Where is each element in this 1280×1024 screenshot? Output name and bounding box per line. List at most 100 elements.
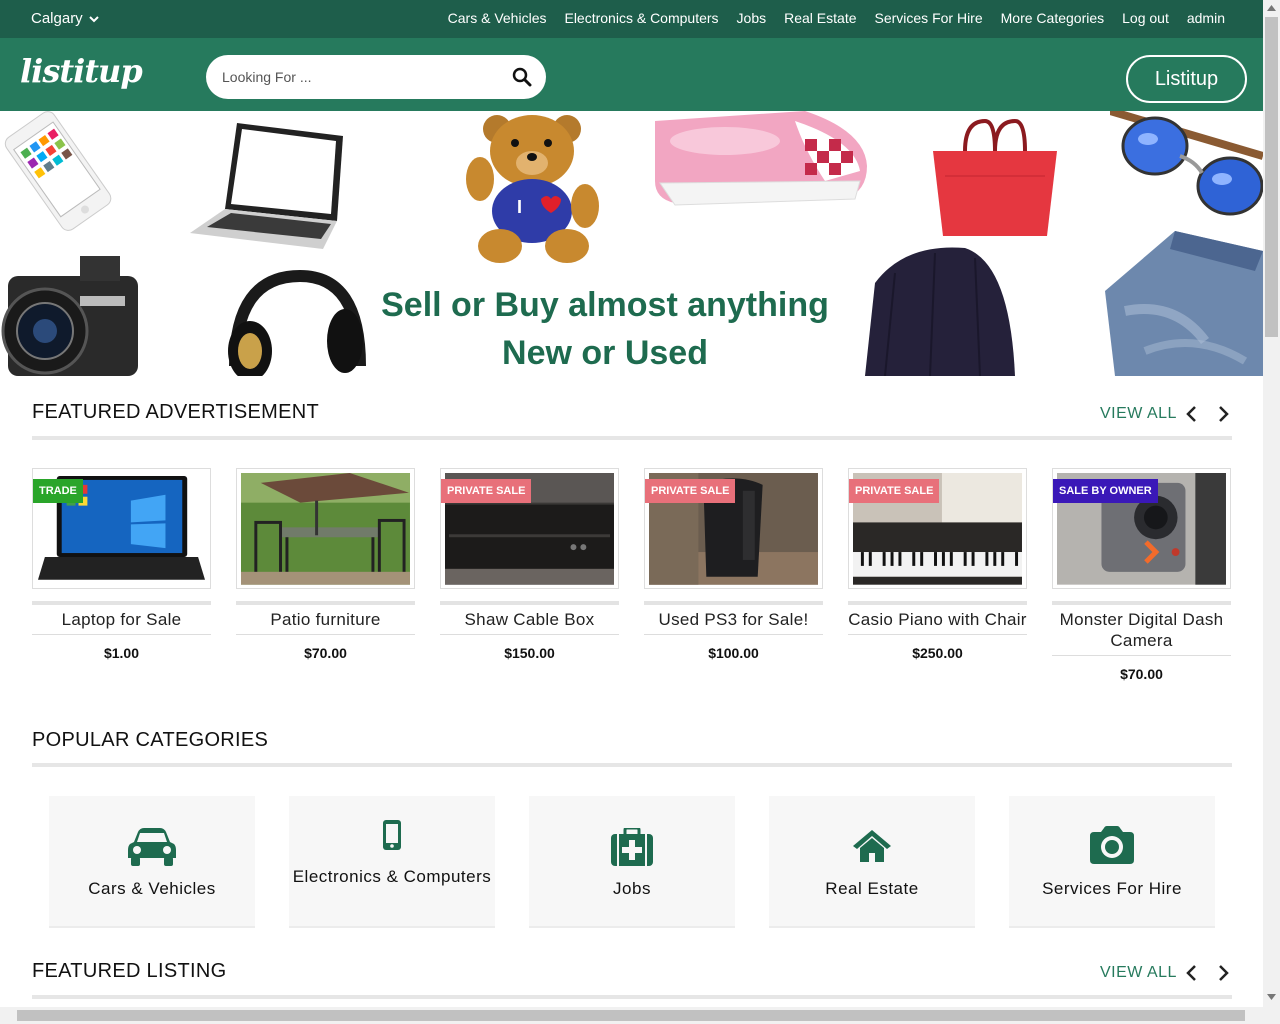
next-arrow-icon[interactable]: [1215, 405, 1231, 423]
category-jobs[interactable]: Jobs: [529, 796, 735, 928]
section-divider: [32, 995, 1232, 999]
ad-price: $70.00: [1120, 666, 1163, 682]
category-label: Services For Hire: [1042, 879, 1182, 898]
nav-services-for-hire[interactable]: Services For Hire: [875, 10, 983, 26]
ad-price: $100.00: [708, 645, 759, 661]
category-label: Real Estate: [825, 879, 919, 898]
card-divider: [848, 601, 1027, 605]
category-label: Jobs: [613, 879, 651, 898]
vertical-scrollbar[interactable]: [1263, 0, 1280, 1007]
site-logo[interactable]: listitup: [20, 52, 143, 90]
card-separator: [1052, 655, 1231, 656]
camera-image: [1, 256, 138, 376]
ad-card[interactable]: SALE BY OWNER Monster Digital Dash Camer…: [1052, 468, 1231, 682]
ad-title[interactable]: Laptop for Sale: [32, 609, 211, 630]
listitup-button[interactable]: Listitup: [1126, 55, 1247, 103]
card-separator: [644, 634, 823, 635]
sunglasses-image: [1110, 111, 1263, 216]
featured-listing-view-all[interactable]: VIEW ALL: [1100, 964, 1177, 982]
nav-cars-vehicles[interactable]: Cars & Vehicles: [448, 10, 547, 26]
ad-card[interactable]: Patio furniture $70.00: [236, 468, 415, 661]
ad-price: $250.00: [912, 645, 963, 661]
ad-card[interactable]: PRIVATE SALE Casio Piano with Chair $250…: [848, 468, 1027, 661]
beanie-image: [865, 247, 1015, 376]
prev-arrow-icon[interactable]: [1184, 964, 1200, 982]
teddy-bear-image: I: [466, 115, 599, 263]
city-selector[interactable]: Calgary: [31, 10, 99, 27]
card-divider: [440, 601, 619, 605]
ad-image[interactable]: TRADE: [32, 468, 211, 589]
camera-icon: [1090, 826, 1134, 864]
first-aid-kit-icon: [611, 828, 653, 866]
ad-badge: PRIVATE SALE: [441, 479, 532, 503]
nav-jobs[interactable]: Jobs: [737, 10, 767, 26]
featured-ad-view-all[interactable]: VIEW ALL: [1100, 405, 1177, 423]
top-nav: Cars & Vehicles Electronics & Computers …: [448, 10, 1225, 26]
next-arrow-icon[interactable]: [1215, 964, 1231, 982]
patio-furniture-photo: [241, 473, 410, 585]
card-separator: [236, 634, 415, 635]
section-divider: [32, 436, 1232, 440]
card-separator: [848, 634, 1027, 635]
scroll-down-icon[interactable]: [1267, 993, 1276, 1001]
category-cars-vehicles[interactable]: Cars & Vehicles: [49, 796, 255, 928]
nav-log-out[interactable]: Log out: [1122, 10, 1169, 26]
nav-more-categories[interactable]: More Categories: [1001, 10, 1105, 26]
ad-image[interactable]: PRIVATE SALE: [848, 468, 1027, 589]
car-icon: [128, 828, 176, 866]
laptop-image: [190, 123, 343, 249]
ad-badge: SALE BY OWNER: [1053, 479, 1158, 503]
ad-card[interactable]: TRADE Laptop for Sale $1.00: [32, 468, 211, 661]
hero-banner: I Sell or Buy almost anything New or Use…: [0, 111, 1263, 376]
nav-user-admin[interactable]: admin: [1187, 10, 1225, 26]
featured-listing-title: FEATURED LISTING: [32, 960, 227, 982]
scroll-up-icon[interactable]: [1267, 4, 1276, 12]
vertical-scroll-thumb[interactable]: [1265, 17, 1278, 337]
handbag-image: [933, 118, 1057, 236]
section-divider: [32, 763, 1232, 767]
card-divider: [236, 601, 415, 605]
search-input[interactable]: [222, 66, 502, 88]
ad-image[interactable]: SALE BY OWNER: [1052, 468, 1231, 589]
mobile-phone-icon: [383, 820, 401, 850]
nav-real-estate[interactable]: Real Estate: [784, 10, 856, 26]
ad-price: $1.00: [103, 645, 140, 661]
hero-line-1: Sell or Buy almost anything: [381, 286, 829, 324]
search-icon[interactable]: [512, 67, 532, 87]
category-label: Cars & Vehicles: [88, 879, 216, 898]
ad-title[interactable]: Used PS3 for Sale!: [644, 609, 823, 630]
search-box: [206, 55, 546, 99]
card-divider: [1052, 601, 1231, 605]
ad-card[interactable]: PRIVATE SALE Used PS3 for Sale! $100.00: [644, 468, 823, 661]
ad-price: $70.00: [304, 645, 347, 661]
ad-title[interactable]: Monster Digital Dash Camera: [1052, 609, 1231, 651]
home-icon: [853, 830, 891, 862]
ad-image[interactable]: PRIVATE SALE: [644, 468, 823, 589]
nav-electronics-computers[interactable]: Electronics & Computers: [564, 10, 718, 26]
ad-image[interactable]: PRIVATE SALE: [440, 468, 619, 589]
ad-title[interactable]: Shaw Cable Box: [440, 609, 619, 630]
popular-categories-title: POPULAR CATEGORIES: [32, 729, 269, 751]
ad-price: $150.00: [504, 645, 555, 661]
category-services-for-hire[interactable]: Services For Hire: [1009, 796, 1215, 928]
site-header: listitup Listitup: [0, 38, 1263, 111]
top-bar: Calgary Cars & Vehicles Electronics & Co…: [0, 0, 1263, 38]
city-label: Calgary: [31, 10, 83, 27]
ad-card[interactable]: PRIVATE SALE Shaw Cable Box $150.00: [440, 468, 619, 661]
category-label: Electronics & Computers: [292, 867, 492, 886]
sneakers-image: [655, 111, 867, 206]
ad-title[interactable]: Patio furniture: [236, 609, 415, 630]
horizontal-scrollbar[interactable]: [0, 1007, 1280, 1024]
horizontal-scroll-thumb[interactable]: [17, 1010, 1245, 1021]
category-real-estate[interactable]: Real Estate: [769, 796, 975, 928]
svg-text:I: I: [517, 197, 522, 217]
prev-arrow-icon[interactable]: [1184, 405, 1200, 423]
card-divider: [32, 601, 211, 605]
ad-image[interactable]: [236, 468, 415, 589]
ad-badge: PRIVATE SALE: [645, 479, 736, 503]
ad-title[interactable]: Casio Piano with Chair: [848, 609, 1027, 630]
category-electronics-computers[interactable]: Electronics & Computers: [289, 796, 495, 928]
jeans-image: [1105, 231, 1263, 376]
ad-badge: TRADE: [33, 479, 83, 503]
phone-image: [4, 111, 112, 231]
